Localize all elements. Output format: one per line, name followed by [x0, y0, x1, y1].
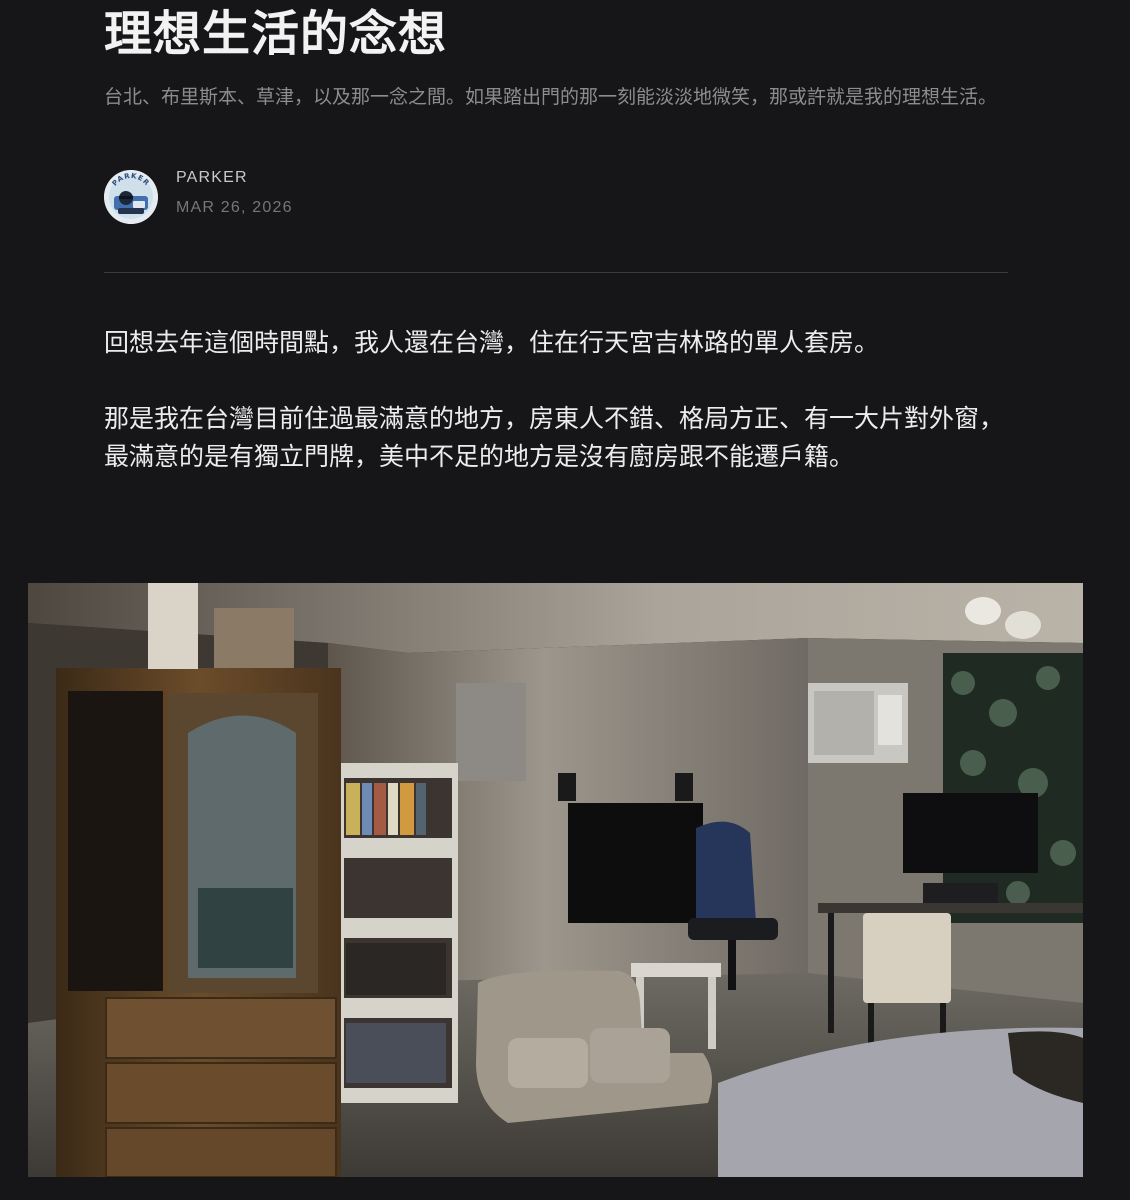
room-photo	[28, 583, 1083, 1177]
paragraph: 那是我在台灣目前住過最滿意的地方，房東人不錯、格局方正、有一大片對外窗，最滿意的…	[104, 404, 1005, 471]
author-meta: PARKER MAR 26, 2026	[176, 169, 293, 219]
article-title: 理想生活的念想	[104, 6, 448, 62]
paragraph: 回想去年這個時間點，我人還在台灣，住在行天宮吉林路的單人套房。	[104, 328, 880, 357]
header-divider	[104, 272, 1008, 273]
author-block: PARKER PARKER MAR 26, 2026	[104, 168, 293, 226]
room-photo-illustration	[28, 583, 1083, 1177]
author-avatar[interactable]: PARKER	[104, 170, 158, 224]
article-subtitle: 台北、布里斯本、草津，以及那一念之間。如果踏出門的那一刻能淡淡地微笑，那或許就是…	[104, 86, 998, 108]
publish-date: MAR 26, 2026	[176, 199, 293, 216]
avatar-illustration: PARKER	[104, 170, 158, 224]
author-name[interactable]: PARKER	[176, 167, 293, 189]
